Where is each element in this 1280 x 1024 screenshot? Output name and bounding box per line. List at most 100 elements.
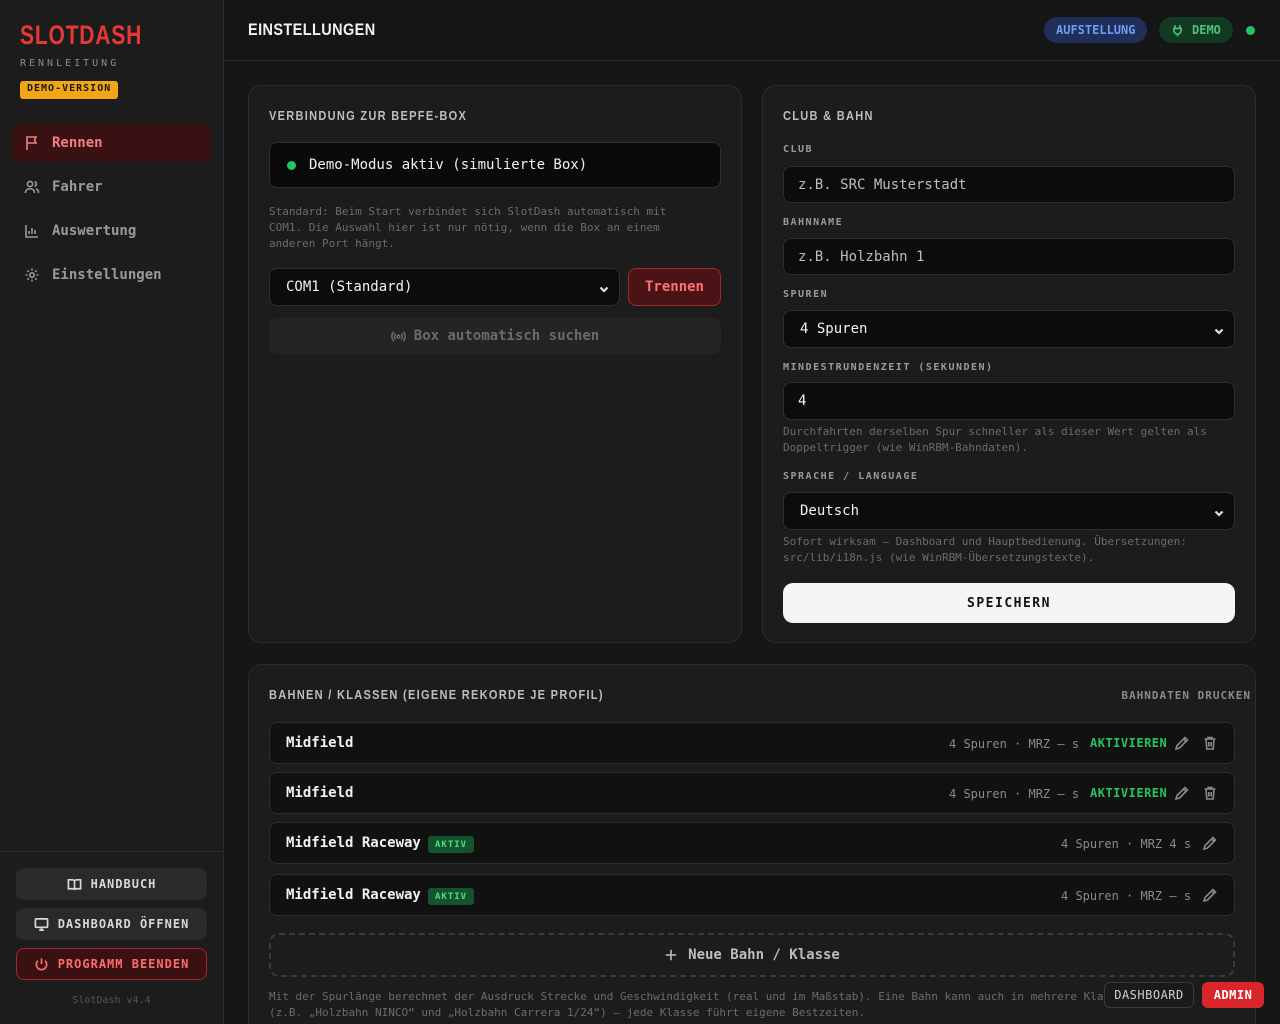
- new-track-button[interactable]: Neue Bahn / Klasse: [269, 933, 1235, 977]
- activate-button[interactable]: AKTIVIEREN: [1090, 786, 1167, 800]
- min-lap-time-label: MINDESTRUNDENZEIT (SEKUNDEN): [783, 362, 994, 373]
- nav-item-fahrer[interactable]: Fahrer: [12, 168, 211, 206]
- chevron-down-icon: [1214, 506, 1224, 517]
- power-icon: [35, 957, 48, 970]
- club-track-card: CLUB & BAHN CLUB z.B. SRC Musterstadt BA…: [762, 85, 1256, 643]
- port-select[interactable]: COM1 (Standard): [269, 268, 620, 306]
- port-select-value: COM1 (Standard): [286, 279, 413, 295]
- club-input-placeholder: z.B. SRC Musterstadt: [798, 176, 967, 193]
- edit-icon[interactable]: [1174, 785, 1190, 801]
- connection-card-title: VERBINDUNG ZUR BEPFE-BOX: [269, 108, 468, 123]
- track-row-name: Midfield Raceway: [286, 835, 421, 851]
- nav-item-rennen[interactable]: Rennen: [12, 124, 211, 162]
- active-badge: AKTIV: [428, 888, 475, 905]
- tracks-footer-line: (z.B. „Holzbahn NINCO“ und „Holzbahn Car…: [269, 1006, 866, 1019]
- users-icon: [24, 179, 40, 195]
- lanes-label: SPUREN: [783, 289, 829, 300]
- manual-button[interactable]: HANDBUCH: [16, 868, 207, 900]
- lanes-select-value: 4 Spuren: [800, 321, 868, 337]
- language-hint-line: src/lib/i18n.js (wie WinRBM-Übersetzungs…: [783, 551, 1095, 564]
- disconnect-button[interactable]: Trennen: [628, 268, 721, 306]
- save-label: SPEICHERN: [967, 595, 1051, 611]
- plus-icon: [665, 949, 677, 961]
- top-bar: EINSTELLUNGEN AUFSTELLUNG DEMO: [224, 0, 1280, 61]
- print-track-data-label: BAHNDATEN DRUCKEN: [1121, 689, 1251, 702]
- gear-icon: [24, 267, 40, 283]
- active-badge: AKTIV: [428, 836, 475, 853]
- demo-version-badge: DEMO-VERSION: [20, 81, 119, 99]
- tracks-card-title: BAHNEN / KLASSEN (EIGENE REKORDE JE PROF…: [269, 687, 604, 702]
- edit-icon[interactable]: [1202, 835, 1218, 851]
- status-dot: [287, 160, 296, 170]
- quit-program-button[interactable]: PROGRAMM BEENDEN: [16, 948, 207, 980]
- book-icon: [67, 878, 82, 890]
- club-input[interactable]: z.B. SRC Musterstadt: [783, 166, 1235, 203]
- monitor-icon: [34, 917, 49, 931]
- nav-item-label: Auswertung: [52, 223, 137, 239]
- quit-program-label: PROGRAMM BEENDEN: [57, 957, 190, 971]
- min-lap-hint-line: Durchfahrten derselben Spur schneller al…: [783, 425, 1207, 438]
- brand-title: SLOTDASH: [20, 20, 143, 50]
- trash-icon[interactable]: [1202, 785, 1218, 801]
- connection-status-dot: [1246, 26, 1255, 35]
- tracks-card: BAHNEN / KLASSEN (EIGENE REKORDE JE PROF…: [248, 664, 1256, 1024]
- min-lap-time-input[interactable]: 4: [783, 382, 1235, 420]
- auto-search-button[interactable]: Box automatisch suchen: [269, 318, 721, 354]
- nav-item-auswertung[interactable]: Auswertung: [12, 212, 211, 250]
- track-row[interactable]: Midfield 4 Spuren · MRZ — s AKTIVIEREN: [269, 722, 1235, 764]
- language-select[interactable]: Deutsch: [783, 492, 1235, 530]
- print-track-data-button[interactable]: BAHNDATEN DRUCKEN: [1121, 689, 1251, 702]
- track-name-label: BAHNNAME: [783, 217, 844, 228]
- demo-mode-status-text: Demo-Modus aktiv (simulierte Box): [309, 157, 588, 173]
- floating-dashboard-label: DASHBOARD: [1114, 988, 1184, 1002]
- trash-icon[interactable]: [1202, 735, 1218, 751]
- track-name-input[interactable]: z.B. Holzbahn 1: [783, 238, 1235, 275]
- auto-search-label: Box automatisch suchen: [413, 328, 600, 344]
- track-row[interactable]: Midfield 4 Spuren · MRZ — s AKTIVIEREN: [269, 772, 1235, 814]
- open-dashboard-label: DASHBOARD ÖFFNEN: [57, 917, 190, 931]
- tracks-footer-line: Mit der Spurlänge berechnet der Ausdruck…: [269, 990, 1130, 1003]
- demo-pill[interactable]: DEMO: [1159, 17, 1233, 43]
- nav-item-label: Rennen: [52, 135, 103, 151]
- demo-mode-status: Demo-Modus aktiv (simulierte Box): [269, 142, 721, 188]
- language-label: SPRACHE / LANGUAGE: [783, 471, 919, 482]
- language-select-value: Deutsch: [800, 503, 860, 519]
- lanes-select[interactable]: 4 Spuren: [783, 310, 1235, 348]
- sidebar-footer: HANDBUCH DASHBOARD ÖFFNEN PROGRAMM BEEND…: [0, 851, 223, 1024]
- brand-subtitle: RENNLEITUNG: [20, 58, 120, 69]
- admin-button[interactable]: ADMIN: [1202, 982, 1264, 1008]
- track-row-meta: 4 Spuren · MRZ — s: [1061, 889, 1192, 903]
- save-button[interactable]: SPEICHERN: [783, 583, 1235, 623]
- new-track-label: Neue Bahn / Klasse: [688, 947, 840, 963]
- track-row-meta: 4 Spuren · MRZ — s: [949, 737, 1080, 751]
- manual-label: HANDBUCH: [90, 877, 157, 891]
- flag-icon: [24, 135, 40, 151]
- bar-chart-icon: [24, 223, 40, 239]
- chevron-down-icon: [599, 282, 609, 293]
- connection-hint: Standard: Beim Start verbindet sich Slot…: [269, 204, 729, 252]
- edit-icon[interactable]: [1202, 887, 1218, 903]
- activate-button[interactable]: AKTIVIEREN: [1090, 736, 1167, 750]
- open-dashboard-button[interactable]: DASHBOARD ÖFFNEN: [16, 908, 207, 940]
- edit-icon[interactable]: [1174, 735, 1190, 751]
- setup-pill[interactable]: AUFSTELLUNG: [1044, 17, 1148, 43]
- track-name-placeholder: z.B. Holzbahn 1: [798, 248, 925, 265]
- track-row[interactable]: Midfield Raceway AKTIV 4 Spuren · MRZ — …: [269, 874, 1235, 916]
- demo-pill-label: DEMO: [1192, 23, 1221, 37]
- track-row[interactable]: Midfield Raceway AKTIV 4 Spuren · MRZ 4 …: [269, 822, 1235, 864]
- track-row-meta: 4 Spuren · MRZ — s: [949, 787, 1080, 801]
- track-row-name: Midfield: [286, 785, 354, 801]
- disconnect-label: Trennen: [644, 279, 704, 295]
- page-title: EINSTELLUNGEN: [248, 20, 376, 39]
- track-row-meta: 4 Spuren · MRZ 4 s: [1061, 837, 1192, 851]
- broadcast-icon: [390, 330, 406, 342]
- app-version: SlotDash v4.4: [72, 995, 151, 1006]
- plug-icon: [1173, 24, 1182, 36]
- min-lap-time-hint: Durchfahrten derselben Spur schneller al…: [783, 424, 1243, 456]
- min-lap-hint-line: Doppeltrigger (wie WinRBM-Bahndaten).: [783, 441, 1029, 454]
- nav-item-label: Fahrer: [52, 179, 103, 195]
- nav-item-einstellungen[interactable]: Einstellungen: [12, 256, 211, 294]
- tracks-footer-hint: Mit der Spurlänge berechnet der Ausdruck…: [269, 989, 1239, 1021]
- main-nav: Rennen Fahrer Auswertung Einstellungen: [12, 124, 211, 300]
- floating-dashboard-button[interactable]: DASHBOARD: [1104, 982, 1194, 1008]
